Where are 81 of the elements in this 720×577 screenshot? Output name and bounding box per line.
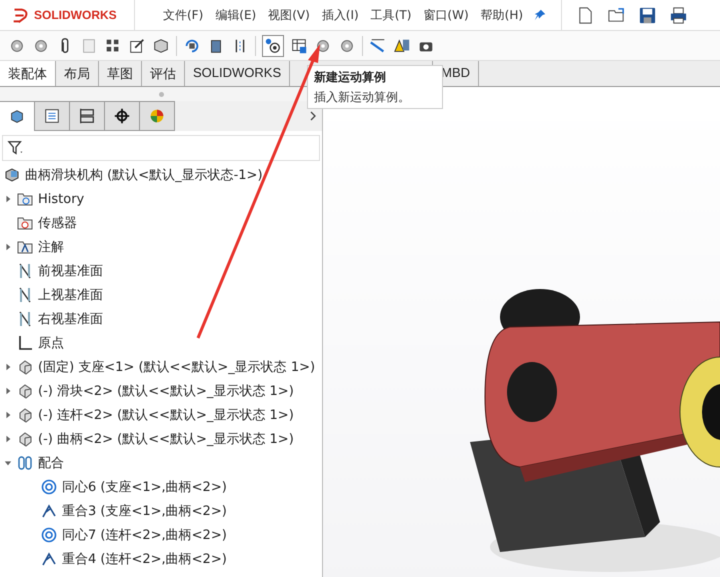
expand-arrow-icon[interactable] (4, 363, 12, 371)
menu-item[interactable]: 编辑(E) (215, 6, 256, 24)
plane-icon (17, 287, 33, 303)
feature-tree-tab[interactable] (0, 101, 35, 131)
coincident-icon (41, 503, 57, 519)
command-tab[interactable]: 布局 (56, 61, 99, 86)
pin-icon[interactable] (533, 8, 548, 22)
concentric-icon (41, 479, 57, 495)
tree-item[interactable]: 右视基准面 (38, 310, 103, 328)
origin-icon (17, 335, 33, 351)
command-tab[interactable]: 评估 (142, 61, 185, 86)
display-icon (148, 107, 166, 125)
display-tab[interactable] (140, 101, 175, 131)
edit-icon[interactable] (128, 36, 146, 54)
tree-item[interactable]: (-) 连杆<2> (默认<<默认>_显示状态 1>) (38, 406, 294, 424)
save-icon[interactable] (638, 6, 658, 24)
property-icon (43, 107, 61, 125)
tree-item[interactable]: (-) 曲柄<2> (默认<<默认>_显示状态 1>) (38, 430, 294, 448)
tree-item[interactable]: History (38, 192, 84, 206)
tree-item[interactable]: 注解 (38, 238, 64, 256)
expand-arrow-icon[interactable] (4, 387, 12, 395)
filter-icon (7, 139, 25, 157)
tree-item[interactable]: 前视基准面 (38, 262, 103, 280)
dimxpert-tab[interactable] (105, 101, 140, 131)
app-logo: SOLIDWORKS (34, 8, 117, 22)
tree-item[interactable]: (固定) 支座<1> (默认<<默认>_显示状态 1>) (38, 358, 316, 376)
tree-item[interactable]: (-) 滑块<2> (默认<<默认>_显示状态 1>) (38, 382, 294, 400)
print-icon[interactable] (669, 6, 688, 24)
menu-item[interactable]: 插入(I) (322, 6, 359, 24)
ruler-icon[interactable] (369, 36, 387, 54)
feature-tree-icon (8, 108, 26, 126)
menu-item[interactable]: 帮助(H) (480, 6, 524, 24)
tooltip-text: 插入新运动算例。 (314, 89, 411, 106)
menu-item[interactable]: 文件(F) (163, 6, 204, 24)
mates-icon (17, 455, 33, 471)
splitter-handle[interactable] (158, 92, 164, 96)
box-icon[interactable] (152, 36, 170, 54)
part-icon (17, 383, 33, 399)
tooltip-title: 新建运动算例 (314, 69, 387, 86)
part-icon (17, 407, 33, 423)
plane-icon (17, 311, 33, 327)
tree-item[interactable]: 传感器 (38, 214, 77, 232)
tree-item[interactable]: 上视基准面 (38, 286, 103, 304)
expand-arrow-icon[interactable] (4, 435, 12, 443)
coincident-icon (41, 551, 57, 567)
filter-field[interactable] (2, 135, 320, 161)
table-icon[interactable] (290, 36, 308, 54)
motion-study-icon[interactable] (262, 34, 284, 56)
tree-item[interactable]: 重合4 (连杆<2>,曲柄<2>) (62, 550, 227, 568)
tree-item[interactable]: 重合3 (支座<1>,曲柄<2>) (62, 502, 227, 520)
expand-arrow-icon[interactable] (4, 411, 12, 419)
dimxpert-icon (113, 107, 131, 125)
warn-icon[interactable] (393, 36, 411, 54)
expand-arrow-icon[interactable] (4, 459, 12, 467)
command-tab[interactable]: 装配体 (0, 61, 56, 86)
tree-item[interactable]: 同心7 (连杆<2>,曲柄<2>) (62, 526, 227, 544)
assembly-icon (4, 167, 20, 183)
open-folder-icon[interactable] (607, 6, 626, 24)
menu-item[interactable]: 工具(T) (370, 6, 412, 24)
sensor-icon (17, 215, 33, 231)
command-tab[interactable]: 草图 (99, 61, 142, 86)
concentric-icon (41, 527, 57, 543)
tree-item[interactable]: 原点 (38, 334, 64, 352)
part-icon (17, 359, 33, 375)
cycle-icon[interactable] (183, 36, 201, 54)
plane-icon (17, 263, 33, 279)
expand-arrow-icon[interactable] (4, 243, 12, 251)
property-tab[interactable] (35, 101, 70, 131)
annotation-icon (17, 239, 33, 255)
part-icon (17, 431, 33, 447)
config-icon (78, 107, 96, 125)
menu-item[interactable]: 窗口(W) (423, 6, 469, 24)
command-tab[interactable]: SOLIDWORKS (185, 61, 290, 86)
menu-item[interactable]: 视图(V) (268, 6, 310, 24)
tree-item[interactable]: 同心6 (支座<1>,曲柄<2>) (62, 478, 227, 496)
config-tab[interactable] (70, 101, 105, 131)
tree-item[interactable]: 曲柄滑块机构 (默认<默认_显示状态-1>) (25, 166, 263, 184)
chevron-right-icon[interactable] (308, 110, 318, 122)
history-icon (17, 191, 33, 207)
tree-item[interactable]: 配合 (38, 454, 64, 472)
expand-arrow-icon[interactable] (4, 195, 12, 203)
